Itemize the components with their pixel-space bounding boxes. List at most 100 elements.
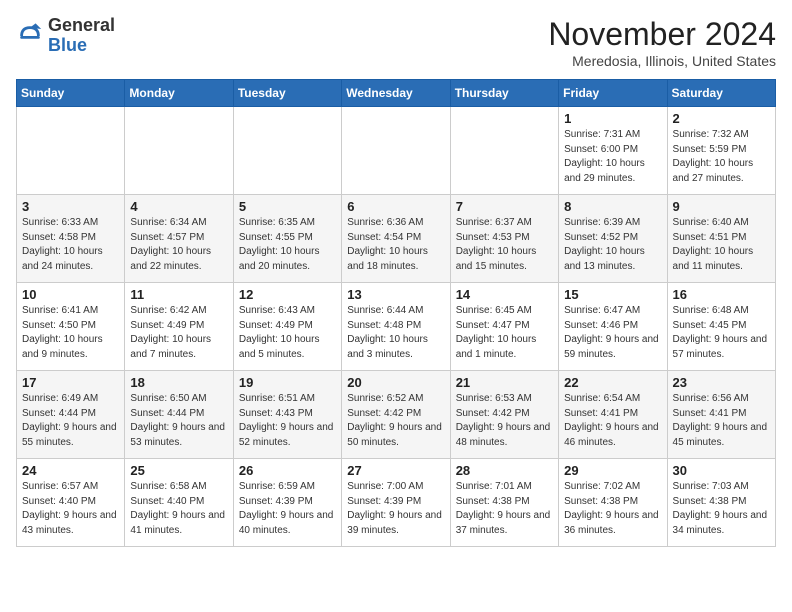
logo-general-text: General [48, 15, 115, 35]
day-info: Sunrise: 6:33 AM Sunset: 4:58 PM Dayligh… [22, 216, 119, 274]
day-number: 22 [564, 375, 661, 390]
calendar-cell: 26 Sunrise: 6:59 AM Sunset: 4:39 PM Dayli… [233, 459, 341, 547]
title-block: November 2024 Meredosia, Illinois, Unite… [548, 16, 776, 69]
day-number: 30 [673, 463, 770, 478]
calendar-cell: 14 Sunrise: 6:45 AM Sunset: 4:47 PM Dayli… [450, 283, 558, 371]
logo-blue-text: Blue [48, 35, 87, 55]
day-info: Sunrise: 6:57 AM Sunset: 4:40 PM Dayligh… [22, 480, 119, 538]
day-info: Sunrise: 6:34 AM Sunset: 4:57 PM Dayligh… [130, 216, 227, 274]
day-number: 9 [673, 199, 770, 214]
calendar-cell: 8Sunrise: 6:39 AM Sunset: 4:52 PM Daylig… [559, 195, 667, 283]
calendar-cell: 15 Sunrise: 6:47 AM Sunset: 4:46 PM Dayli… [559, 283, 667, 371]
day-info: Sunrise: 6:50 AM Sunset: 4:44 PM Dayligh… [130, 392, 227, 450]
day-info: Sunrise: 6:47 AM Sunset: 4:46 PM Dayligh… [564, 304, 661, 362]
day-number: 28 [456, 463, 553, 478]
day-info: Sunrise: 6:37 AM Sunset: 4:53 PM Dayligh… [456, 216, 553, 274]
day-number: 6 [347, 199, 444, 214]
day-number: 2 [673, 111, 770, 126]
week-row-4: 17Sunrise: 6:49 AM Sunset: 4:44 PM Dayli… [17, 371, 776, 459]
calendar-cell: 21 Sunrise: 6:53 AM Sunset: 4:42 PM Dayli… [450, 371, 558, 459]
day-info: Sunrise: 7:31 AM Sunset: 6:00 PM Dayligh… [564, 128, 661, 186]
calendar-cell [17, 107, 125, 195]
day-number: 24 [22, 463, 119, 478]
weekday-tuesday: Tuesday [233, 80, 341, 107]
day-info: Sunrise: 6:45 AM Sunset: 4:47 PM Dayligh… [456, 304, 553, 362]
day-number: 3 [22, 199, 119, 214]
calendar-cell: 2 Sunrise: 7:32 AM Sunset: 5:59 PM Daylig… [667, 107, 775, 195]
day-info: Sunrise: 6:36 AM Sunset: 4:54 PM Dayligh… [347, 216, 444, 274]
calendar-cell: 20Sunrise: 6:52 AM Sunset: 4:42 PM Dayli… [342, 371, 450, 459]
calendar-cell: 18 Sunrise: 6:50 AM Sunset: 4:44 PM Dayli… [125, 371, 233, 459]
day-number: 10 [22, 287, 119, 302]
calendar-cell: 23Sunrise: 6:56 AM Sunset: 4:41 PM Dayli… [667, 371, 775, 459]
calendar-cell: 7 Sunrise: 6:37 AM Sunset: 4:53 PM Daylig… [450, 195, 558, 283]
calendar-body: 1 Sunrise: 7:31 AM Sunset: 6:00 PM Daylig… [17, 107, 776, 547]
logo: General Blue [16, 16, 115, 56]
day-number: 8 [564, 199, 661, 214]
week-row-2: 3 Sunrise: 6:33 AM Sunset: 4:58 PM Daylig… [17, 195, 776, 283]
week-row-5: 24 Sunrise: 6:57 AM Sunset: 4:40 PM Dayli… [17, 459, 776, 547]
day-info: Sunrise: 6:51 AM Sunset: 4:43 PM Dayligh… [239, 392, 336, 450]
calendar-table: SundayMondayTuesdayWednesdayThursdayFrid… [16, 79, 776, 547]
weekday-friday: Friday [559, 80, 667, 107]
calendar-cell: 24 Sunrise: 6:57 AM Sunset: 4:40 PM Dayli… [17, 459, 125, 547]
calendar-cell: 13Sunrise: 6:44 AM Sunset: 4:48 PM Dayli… [342, 283, 450, 371]
day-info: Sunrise: 6:54 AM Sunset: 4:41 PM Dayligh… [564, 392, 661, 450]
calendar-cell [233, 107, 341, 195]
weekday-thursday: Thursday [450, 80, 558, 107]
day-number: 7 [456, 199, 553, 214]
weekday-header-row: SundayMondayTuesdayWednesdayThursdayFrid… [17, 80, 776, 107]
calendar-cell: 28Sunrise: 7:01 AM Sunset: 4:38 PM Dayli… [450, 459, 558, 547]
calendar-cell: 16Sunrise: 6:48 AM Sunset: 4:45 PM Dayli… [667, 283, 775, 371]
day-number: 25 [130, 463, 227, 478]
calendar-cell: 29 Sunrise: 7:02 AM Sunset: 4:38 PM Dayli… [559, 459, 667, 547]
weekday-monday: Monday [125, 80, 233, 107]
day-number: 15 [564, 287, 661, 302]
day-info: Sunrise: 6:35 AM Sunset: 4:55 PM Dayligh… [239, 216, 336, 274]
calendar-cell: 5 Sunrise: 6:35 AM Sunset: 4:55 PM Daylig… [233, 195, 341, 283]
day-number: 29 [564, 463, 661, 478]
day-number: 20 [347, 375, 444, 390]
weekday-sunday: Sunday [17, 80, 125, 107]
day-info: Sunrise: 7:03 AM Sunset: 4:38 PM Dayligh… [673, 480, 770, 538]
calendar-cell: 25 Sunrise: 6:58 AM Sunset: 4:40 PM Dayli… [125, 459, 233, 547]
calendar-cell: 1 Sunrise: 7:31 AM Sunset: 6:00 PM Daylig… [559, 107, 667, 195]
day-number: 14 [456, 287, 553, 302]
week-row-3: 10 Sunrise: 6:41 AM Sunset: 4:50 PM Dayli… [17, 283, 776, 371]
day-info: Sunrise: 6:41 AM Sunset: 4:50 PM Dayligh… [22, 304, 119, 362]
day-number: 5 [239, 199, 336, 214]
calendar-cell: 4Sunrise: 6:34 AM Sunset: 4:57 PM Daylig… [125, 195, 233, 283]
calendar-cell [125, 107, 233, 195]
day-number: 19 [239, 375, 336, 390]
calendar-cell: 11 Sunrise: 6:42 AM Sunset: 4:49 PM Dayli… [125, 283, 233, 371]
day-info: Sunrise: 6:48 AM Sunset: 4:45 PM Dayligh… [673, 304, 770, 362]
day-info: Sunrise: 6:42 AM Sunset: 4:49 PM Dayligh… [130, 304, 227, 362]
day-number: 23 [673, 375, 770, 390]
day-info: Sunrise: 6:53 AM Sunset: 4:42 PM Dayligh… [456, 392, 553, 450]
day-info: Sunrise: 6:59 AM Sunset: 4:39 PM Dayligh… [239, 480, 336, 538]
day-number: 26 [239, 463, 336, 478]
day-number: 11 [130, 287, 227, 302]
calendar-cell: 10 Sunrise: 6:41 AM Sunset: 4:50 PM Dayli… [17, 283, 125, 371]
day-info: Sunrise: 7:32 AM Sunset: 5:59 PM Dayligh… [673, 128, 770, 186]
day-number: 12 [239, 287, 336, 302]
calendar-cell: 30 Sunrise: 7:03 AM Sunset: 4:38 PM Dayli… [667, 459, 775, 547]
day-info: Sunrise: 6:49 AM Sunset: 4:44 PM Dayligh… [22, 392, 119, 450]
day-number: 1 [564, 111, 661, 126]
calendar-cell: 3 Sunrise: 6:33 AM Sunset: 4:58 PM Daylig… [17, 195, 125, 283]
day-info: Sunrise: 7:02 AM Sunset: 4:38 PM Dayligh… [564, 480, 661, 538]
calendar-cell: 12Sunrise: 6:43 AM Sunset: 4:49 PM Dayli… [233, 283, 341, 371]
weekday-wednesday: Wednesday [342, 80, 450, 107]
calendar-cell [450, 107, 558, 195]
day-number: 18 [130, 375, 227, 390]
calendar-cell: 9Sunrise: 6:40 AM Sunset: 4:51 PM Daylig… [667, 195, 775, 283]
day-number: 13 [347, 287, 444, 302]
calendar-cell: 6 Sunrise: 6:36 AM Sunset: 4:54 PM Daylig… [342, 195, 450, 283]
day-info: Sunrise: 6:58 AM Sunset: 4:40 PM Dayligh… [130, 480, 227, 538]
day-info: Sunrise: 7:00 AM Sunset: 4:39 PM Dayligh… [347, 480, 444, 538]
day-number: 21 [456, 375, 553, 390]
calendar-cell: 19 Sunrise: 6:51 AM Sunset: 4:43 PM Dayli… [233, 371, 341, 459]
calendar-cell [342, 107, 450, 195]
weekday-saturday: Saturday [667, 80, 775, 107]
calendar-cell: 27Sunrise: 7:00 AM Sunset: 4:39 PM Dayli… [342, 459, 450, 547]
